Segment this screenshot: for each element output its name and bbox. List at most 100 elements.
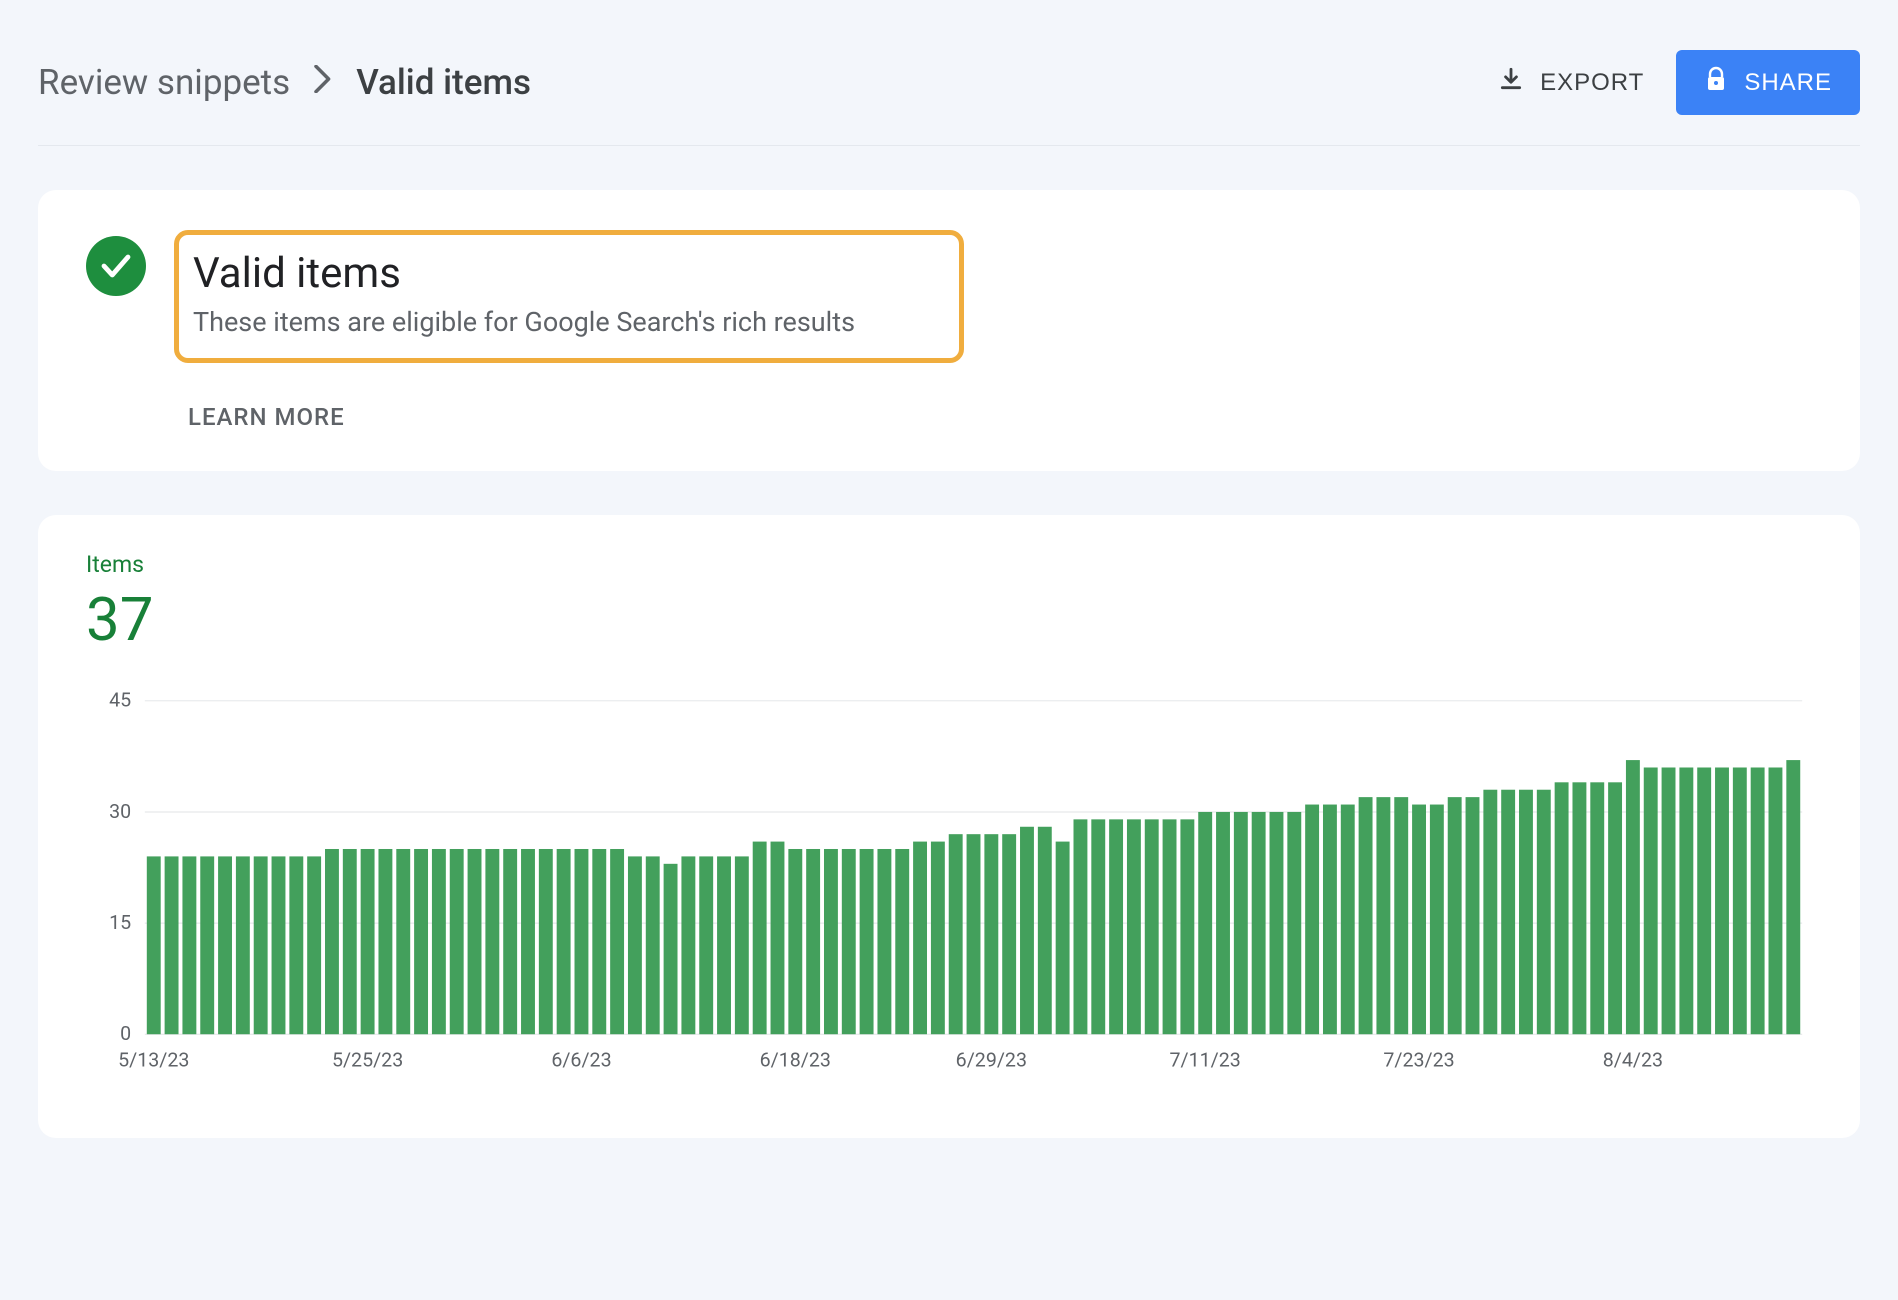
chart-bar[interactable]: [165, 856, 179, 1034]
chart-bar[interactable]: [931, 842, 945, 1035]
chart-bar[interactable]: [1127, 819, 1141, 1034]
chart-bar[interactable]: [984, 834, 998, 1034]
chart-bar[interactable]: [1145, 819, 1159, 1034]
chart-bar[interactable]: [182, 856, 196, 1034]
chart-bar[interactable]: [361, 849, 375, 1034]
chart-bar[interactable]: [254, 856, 268, 1034]
chart-bar[interactable]: [1608, 782, 1622, 1034]
chart-bar[interactable]: [378, 849, 392, 1034]
chart-bar[interactable]: [1359, 797, 1373, 1034]
chart-bar[interactable]: [1769, 767, 1783, 1034]
chart-bar[interactable]: [557, 849, 571, 1034]
chart-bar[interactable]: [539, 849, 553, 1034]
chart-bar[interactable]: [610, 849, 624, 1034]
chart-bar[interactable]: [1466, 797, 1480, 1034]
chart-bar[interactable]: [1590, 782, 1604, 1034]
chart-bar[interactable]: [1448, 797, 1462, 1034]
chart-bar[interactable]: [1091, 819, 1105, 1034]
chart-bar[interactable]: [1270, 812, 1284, 1034]
chart-bar[interactable]: [967, 834, 981, 1034]
chart-bar[interactable]: [806, 849, 820, 1034]
chart-bar[interactable]: [1483, 790, 1497, 1035]
chart-bar[interactable]: [147, 856, 161, 1034]
chart-bar[interactable]: [1537, 790, 1551, 1035]
chart-bar[interactable]: [895, 849, 909, 1034]
chart-bar[interactable]: [1056, 842, 1070, 1035]
chart-bar[interactable]: [307, 856, 321, 1034]
chart-bar[interactable]: [503, 849, 517, 1034]
chart-bar[interactable]: [1751, 767, 1765, 1034]
chart-bar[interactable]: [681, 856, 695, 1034]
header-actions: EXPORT SHARE: [1498, 50, 1860, 115]
chart-bar[interactable]: [877, 849, 891, 1034]
chart-bar[interactable]: [1341, 805, 1355, 1035]
chart-bar[interactable]: [1020, 827, 1034, 1034]
chart-bar[interactable]: [1501, 790, 1515, 1035]
chart-bar[interactable]: [450, 849, 464, 1034]
chart-bar[interactable]: [200, 856, 214, 1034]
chart-bar[interactable]: [325, 849, 339, 1034]
chart-bar[interactable]: [1412, 805, 1426, 1035]
chart-bar[interactable]: [1376, 797, 1390, 1034]
chart-bar[interactable]: [1163, 819, 1177, 1034]
chart-bar[interactable]: [824, 849, 838, 1034]
chart-bar[interactable]: [1216, 812, 1230, 1034]
chart-bar[interactable]: [1662, 767, 1676, 1034]
chart-bar[interactable]: [1555, 782, 1569, 1034]
chart-bar[interactable]: [1697, 767, 1711, 1034]
chart-bar[interactable]: [717, 856, 731, 1034]
chart-bar[interactable]: [771, 842, 785, 1035]
chart-bar[interactable]: [753, 842, 767, 1035]
chart-bar[interactable]: [1287, 812, 1301, 1034]
lock-icon: [1704, 66, 1728, 99]
chart-bar[interactable]: [1394, 797, 1408, 1034]
chart-bar[interactable]: [735, 856, 749, 1034]
chart-bar[interactable]: [272, 856, 286, 1034]
chart-bar[interactable]: [1733, 767, 1747, 1034]
chart-bar[interactable]: [521, 849, 535, 1034]
chart-bar[interactable]: [860, 849, 874, 1034]
chart-bar[interactable]: [1252, 812, 1266, 1034]
chart-bar[interactable]: [1323, 805, 1337, 1035]
svg-text:7/23/23: 7/23/23: [1383, 1049, 1454, 1072]
chart-bar[interactable]: [1198, 812, 1212, 1034]
share-button[interactable]: SHARE: [1676, 50, 1860, 115]
chart-bar[interactable]: [664, 864, 678, 1034]
chart-bar[interactable]: [343, 849, 357, 1034]
chart-bar[interactable]: [289, 856, 303, 1034]
chart-bar[interactable]: [699, 856, 713, 1034]
chart-bar[interactable]: [1305, 805, 1319, 1035]
chart-bar[interactable]: [1002, 834, 1016, 1034]
chart-bar[interactable]: [1430, 805, 1444, 1035]
chart-bar[interactable]: [1715, 767, 1729, 1034]
chart-bar[interactable]: [1038, 827, 1052, 1034]
chart-bar[interactable]: [788, 849, 802, 1034]
export-button[interactable]: EXPORT: [1498, 66, 1644, 99]
chart-bar[interactable]: [1626, 760, 1640, 1034]
chart-bar[interactable]: [218, 856, 232, 1034]
chart-bar[interactable]: [1679, 767, 1693, 1034]
chart-bar[interactable]: [414, 849, 428, 1034]
chart-bar[interactable]: [842, 849, 856, 1034]
chart-bar[interactable]: [1644, 767, 1658, 1034]
chart-bar[interactable]: [592, 849, 606, 1034]
chart-bar[interactable]: [432, 849, 446, 1034]
chart-bar[interactable]: [1786, 760, 1800, 1034]
chart-bar[interactable]: [396, 849, 410, 1034]
chart-bar[interactable]: [1572, 782, 1586, 1034]
chart-bar[interactable]: [1234, 812, 1248, 1034]
chart-bar[interactable]: [1180, 819, 1194, 1034]
chart-bar[interactable]: [1073, 819, 1087, 1034]
chart-bar[interactable]: [1519, 790, 1533, 1035]
chart-bar[interactable]: [949, 834, 963, 1034]
chart-bar[interactable]: [575, 849, 589, 1034]
breadcrumb-root[interactable]: Review snippets: [38, 62, 290, 103]
chart-bar[interactable]: [485, 849, 499, 1034]
chart-bar[interactable]: [236, 856, 250, 1034]
chart-bar[interactable]: [913, 842, 927, 1035]
chart-bar[interactable]: [646, 856, 660, 1034]
chart-bar[interactable]: [468, 849, 482, 1034]
chart-bar[interactable]: [1109, 819, 1123, 1034]
learn-more-link[interactable]: LEARN MORE: [188, 403, 964, 431]
chart-bar[interactable]: [628, 856, 642, 1034]
